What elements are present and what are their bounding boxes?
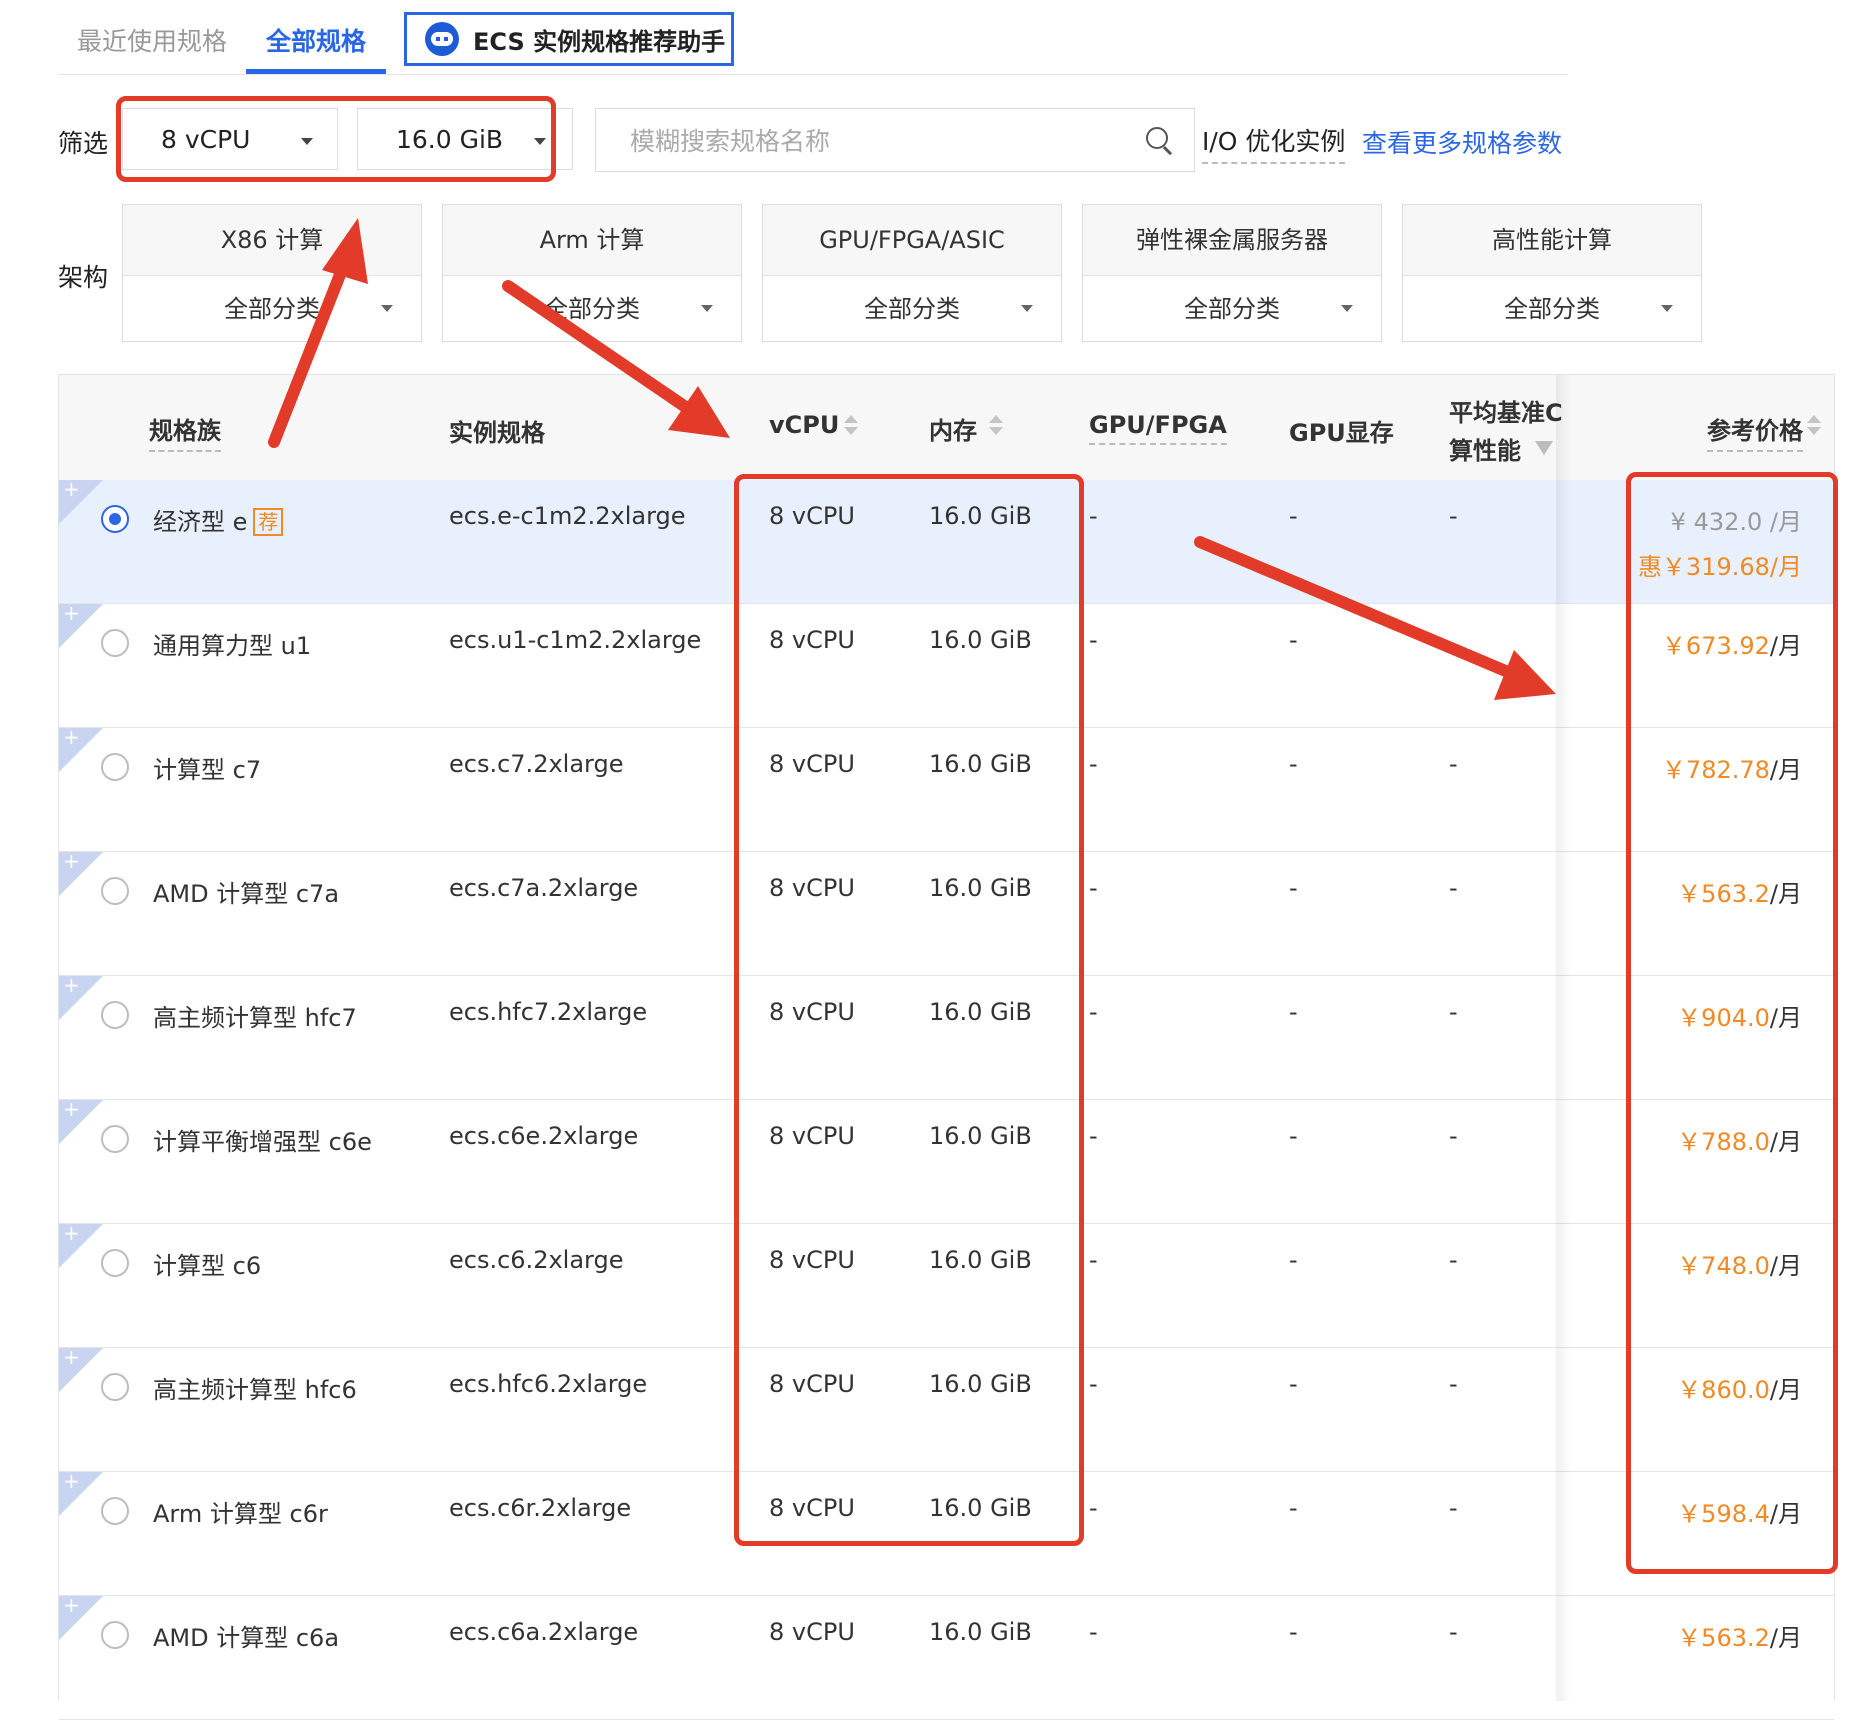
- annotation-arrows: [268, 218, 1556, 700]
- arrow-to-filter: [268, 218, 368, 448]
- arrow-to-vcpu-column: [502, 280, 730, 438]
- arrow-to-price-column: [1194, 536, 1556, 700]
